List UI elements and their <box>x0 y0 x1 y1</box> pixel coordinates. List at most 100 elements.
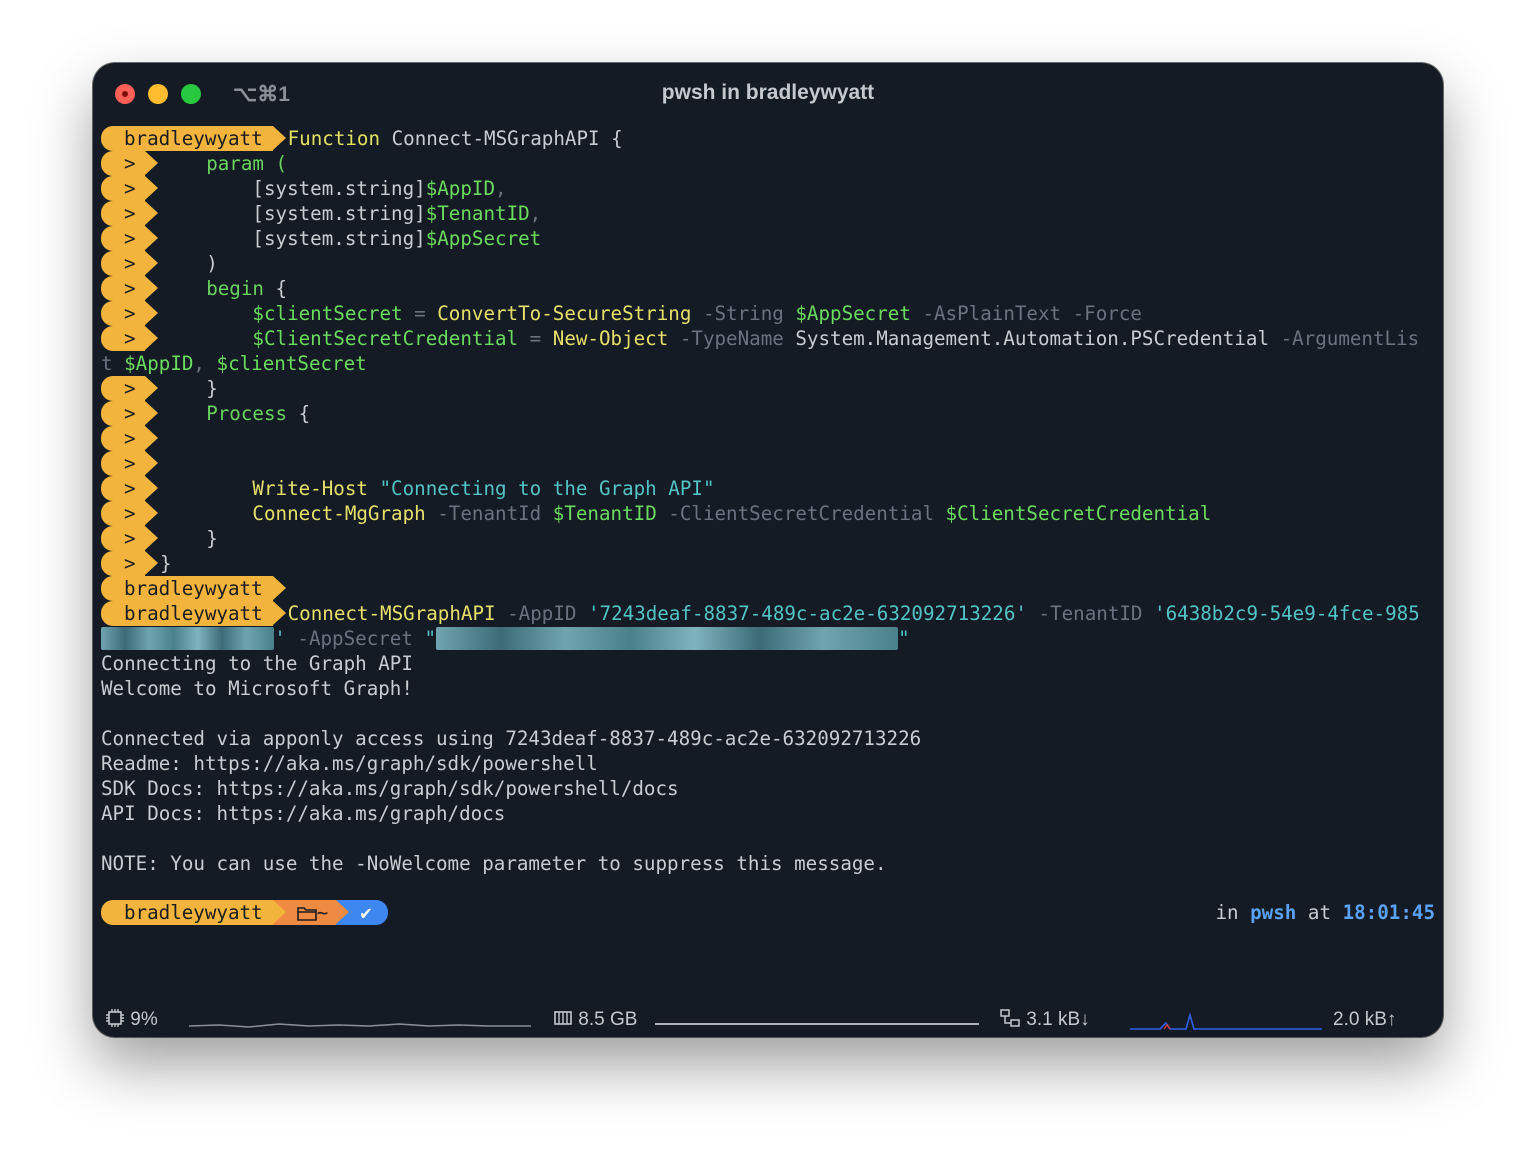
output-line: SDK Docs: https://aka.ms/graph/sdk/power… <box>101 777 679 800</box>
cpu-value: 9% <box>130 1009 158 1030</box>
memory-icon <box>554 1011 572 1025</box>
punct: , <box>529 202 542 225</box>
continuation-prompt: > <box>101 176 158 201</box>
punct: } <box>160 552 172 575</box>
punct: , <box>193 352 217 375</box>
code-line: > Process { <box>101 401 310 426</box>
redacted-text <box>101 627 275 650</box>
type-name: [system.string] <box>160 202 426 225</box>
code-line: > param ( <box>101 151 287 176</box>
variable: $TenantID <box>552 502 657 525</box>
variable: $AppSecret <box>425 227 542 250</box>
prompt-line: bradleywyatt ~ ✔ <box>101 900 388 925</box>
right-prompt-at: at <box>1307 901 1332 924</box>
code-line: > <box>101 426 160 451</box>
output-line: Readme: https://aka.ms/graph/sdk/powersh… <box>101 752 598 775</box>
prompt-line: bradleywyatt <box>101 576 288 601</box>
prompt-user: bradleywyatt <box>101 900 286 925</box>
keyword: begin <box>160 277 264 300</box>
output-line: API Docs: https://aka.ms/graph/docs <box>101 802 506 825</box>
cmdlet: ConvertTo-SecureString <box>437 302 692 325</box>
string-literal: " <box>898 627 910 650</box>
prompt-time: 18:01:45 <box>1342 901 1435 924</box>
punct: , <box>495 177 507 200</box>
command-line: ' -AppSecret " " <box>101 626 910 651</box>
code-line: > Write-Host "Connecting to the Graph AP… <box>101 476 715 501</box>
code-line: > } <box>101 526 218 551</box>
type-name: [system.string] <box>160 227 426 250</box>
type-name: System.Management.Automation.PSCredentia… <box>795 327 1270 350</box>
command-line: bradleywyatt Connect-MSGraphAPI -AppID '7… <box>101 601 1420 626</box>
cpu-indicator: 9% <box>105 1008 158 1032</box>
continuation-prompt: > <box>101 251 158 276</box>
string-literal: '7243deaf-8837-489c-ac2e-632092713226' <box>587 602 1027 625</box>
parameter: -TypeName <box>668 327 796 350</box>
prompt-path: ~ <box>272 900 349 925</box>
punct: { <box>287 402 311 425</box>
parameter: -TenantId <box>425 502 553 525</box>
parameter: -AppID <box>495 602 588 625</box>
string-literal: "Connecting to the Graph API" <box>367 477 715 500</box>
memory-value: 8.5 GB <box>578 1009 638 1030</box>
function-name: Connect-MSGraphAPI { <box>391 127 623 150</box>
prompt-user: bradleywyatt <box>101 576 286 601</box>
path-text: ~ <box>316 901 329 924</box>
parameter: -AppSecret <box>285 627 425 650</box>
code-line: > Connect-MgGraph -TenantId $TenantID -C… <box>101 501 1211 526</box>
punct: } <box>160 377 218 400</box>
continuation-prompt: > <box>101 151 158 176</box>
variable: $clientSecret <box>216 352 367 375</box>
punct: ) <box>160 252 218 275</box>
output-line: Welcome to Microsoft Graph! <box>101 677 413 700</box>
continuation-prompt: > <box>101 526 158 551</box>
continuation-prompt: > <box>101 376 158 401</box>
prompt-user: bradleywyatt <box>101 601 286 626</box>
upload-rate: 2.0 kB↑ <box>1333 1009 1397 1030</box>
cpu-icon <box>106 1009 124 1027</box>
cmdlet: New-Object <box>552 327 669 350</box>
continuation-prompt: > <box>101 451 158 476</box>
continuation-prompt: > <box>101 501 158 526</box>
redacted-secret <box>436 627 899 650</box>
keyword: Process <box>160 402 288 425</box>
folder-icon <box>296 907 317 921</box>
variable: $AppID <box>124 352 194 375</box>
shell-name: pwsh <box>1250 901 1297 924</box>
window-title: pwsh in bradleywyatt <box>661 81 875 104</box>
type-name: [system.string] <box>160 177 426 200</box>
continuation-prompt: > <box>101 401 158 426</box>
code-line: > begin { <box>101 276 287 301</box>
title-bar: ⌥⌘1 pwsh in bradleywyatt <box>93 63 1443 121</box>
cpu-graph <box>189 1023 531 1028</box>
code-line: > $clientSecret = ConvertTo-SecureString… <box>101 301 1142 326</box>
continuation-prompt: > <box>101 326 158 351</box>
output-line: Connected via apponly access using 7243d… <box>101 727 922 750</box>
status-bar: 9% 8.5 GB 3.1 kB↓ 2.0 kB↑ <box>93 1003 1443 1037</box>
parameter: -ClientSecretCredential <box>656 502 946 525</box>
variable: $TenantID <box>425 202 530 225</box>
memory-graph <box>655 1023 979 1025</box>
code-line: >} <box>101 551 172 576</box>
code-line: > } <box>101 376 218 401</box>
operator: = <box>518 327 553 350</box>
code-line: > $ClientSecretCredential = New-Object -… <box>101 326 1419 351</box>
parameter: -String <box>691 302 796 325</box>
punct: { <box>263 277 288 300</box>
continuation-prompt: > <box>101 226 158 251</box>
string-literal: '6438b2c9-54e9-4fce-985 <box>1154 602 1420 625</box>
right-prompt: in pwsh at 18:01:45 <box>1215 900 1435 925</box>
keyword: Function <box>287 127 381 150</box>
cmdlet: Connect-MSGraphAPI <box>287 602 496 625</box>
string-literal: ' <box>274 627 286 650</box>
string-literal: " <box>424 627 437 650</box>
punct: } <box>160 527 218 550</box>
right-prompt-in: in <box>1215 901 1239 924</box>
memory-indicator: 8.5 GB <box>553 1008 637 1032</box>
variable: $AppSecret <box>795 302 911 325</box>
continuation-prompt: > <box>101 276 158 301</box>
output-line: NOTE: You can use the -NoWelcome paramet… <box>101 852 887 875</box>
operator: = <box>402 302 438 325</box>
prompt-user: bradleywyatt <box>101 126 286 151</box>
prompt-line: bradleywyatt Function Connect-MSGraphAPI … <box>101 126 623 151</box>
variable: $clientSecret <box>160 302 403 325</box>
